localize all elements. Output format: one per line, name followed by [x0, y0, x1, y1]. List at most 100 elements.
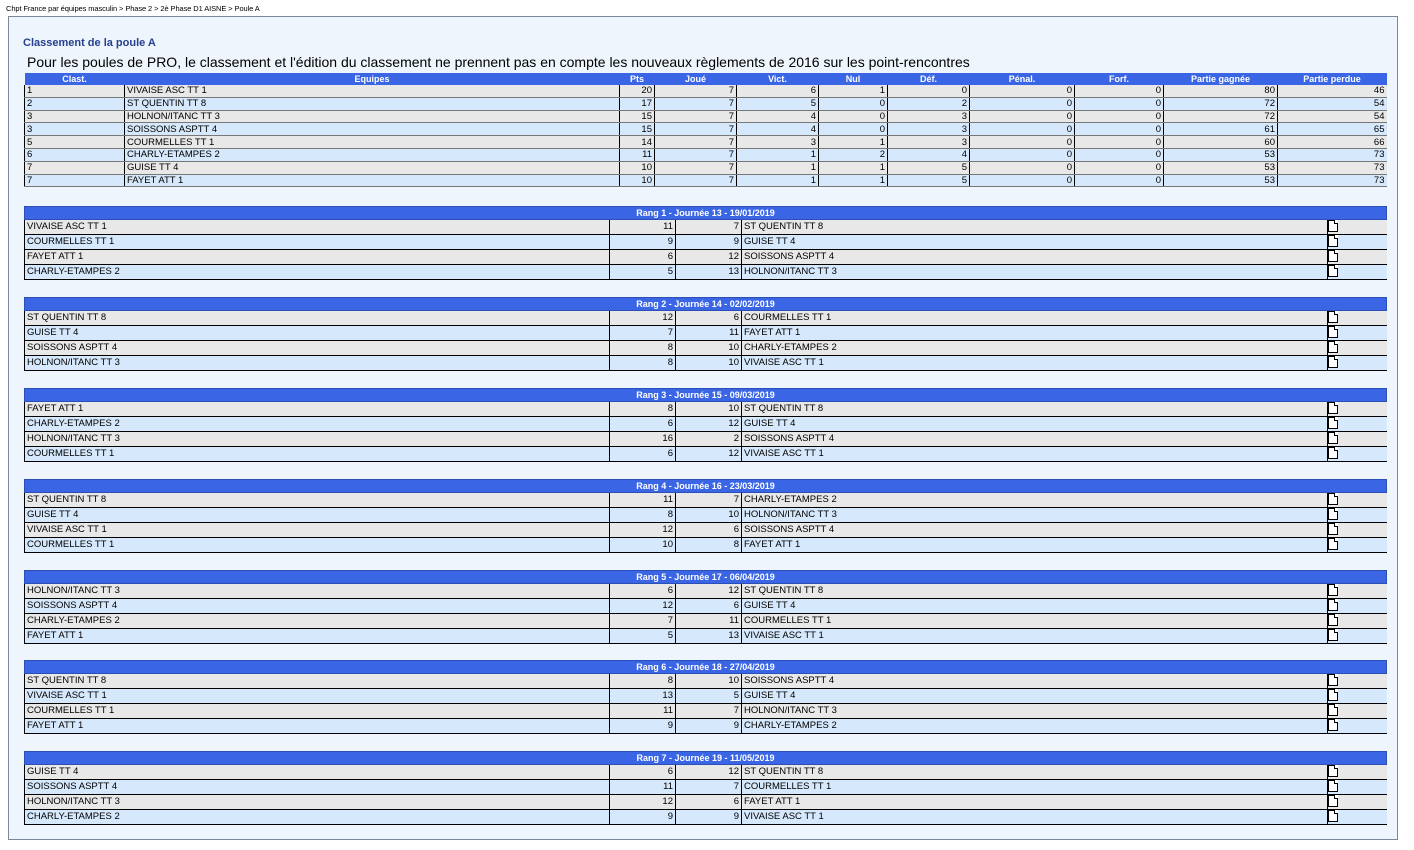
home-team-cell[interactable]: ST QUENTIN TT 8: [24, 310, 610, 326]
document-icon[interactable]: [1328, 446, 1338, 459]
document-icon[interactable]: [1328, 628, 1338, 641]
home-team-cell[interactable]: CHARLY-ETAMPES 2: [24, 264, 610, 280]
document-icon[interactable]: [1328, 234, 1338, 247]
away-team-cell[interactable]: CHARLY-ETAMPES 2: [741, 718, 1328, 734]
home-team-cell[interactable]: ST QUENTIN TT 8: [24, 673, 610, 689]
away-team-cell[interactable]: GUISE TT 4: [741, 688, 1328, 704]
away-team-cell[interactable]: ST QUENTIN TT 8: [741, 401, 1328, 417]
team-name-cell[interactable]: VIVAISE ASC TT 1: [124, 85, 620, 98]
document-icon[interactable]: [1328, 264, 1338, 277]
document-icon[interactable]: [1328, 325, 1338, 338]
away-team-cell[interactable]: SOISSONS ASPTT 4: [741, 249, 1328, 265]
home-team-cell[interactable]: HOLNON/ITANC TT 3: [24, 355, 610, 371]
document-icon[interactable]: [1328, 310, 1338, 323]
home-team-cell[interactable]: VIVAISE ASC TT 1: [24, 522, 610, 538]
document-icon[interactable]: [1328, 401, 1338, 414]
away-team-cell[interactable]: VIVAISE ASC TT 1: [741, 355, 1328, 371]
document-icon[interactable]: [1328, 688, 1338, 701]
standings-row: 7 FAYET ATT 1 10 7 1 1 5 0 0 53 73: [24, 174, 1387, 188]
document-icon[interactable]: [1328, 431, 1338, 444]
home-team-cell[interactable]: CHARLY-ETAMPES 2: [24, 416, 610, 432]
away-team-cell[interactable]: FAYET ATT 1: [741, 794, 1328, 810]
away-team-cell[interactable]: HOLNON/ITANC TT 3: [741, 703, 1328, 719]
away-team-cell[interactable]: FAYET ATT 1: [741, 325, 1328, 341]
document-icon[interactable]: [1328, 613, 1338, 626]
away-team-cell[interactable]: ST QUENTIN TT 8: [741, 764, 1328, 780]
document-icon[interactable]: [1328, 764, 1338, 777]
away-team-cell[interactable]: GUISE TT 4: [741, 234, 1328, 250]
home-team-cell[interactable]: HOLNON/ITANC TT 3: [24, 794, 610, 810]
breadcrumb-link[interactable]: Chpt France par équipes masculin: [6, 4, 117, 13]
away-team-cell[interactable]: COURMELLES TT 1: [741, 779, 1328, 795]
team-name-cell[interactable]: GUISE TT 4: [124, 161, 620, 175]
document-icon[interactable]: [1328, 809, 1338, 822]
away-team-cell[interactable]: ST QUENTIN TT 8: [741, 219, 1328, 235]
away-team-cell[interactable]: VIVAISE ASC TT 1: [741, 628, 1328, 644]
document-icon[interactable]: [1328, 598, 1338, 611]
home-team-cell[interactable]: GUISE TT 4: [24, 325, 610, 341]
document-icon[interactable]: [1328, 492, 1338, 505]
stat-cell: 4: [887, 148, 970, 162]
document-icon[interactable]: [1328, 537, 1338, 550]
home-team-cell[interactable]: FAYET ATT 1: [24, 249, 610, 265]
document-icon[interactable]: [1328, 583, 1338, 596]
home-team-cell[interactable]: SOISSONS ASPTT 4: [24, 598, 610, 614]
document-icon[interactable]: [1328, 249, 1338, 262]
home-team-cell[interactable]: FAYET ATT 1: [24, 718, 610, 734]
document-icon[interactable]: [1328, 703, 1338, 716]
home-team-cell[interactable]: VIVAISE ASC TT 1: [24, 688, 610, 704]
away-team-cell[interactable]: VIVAISE ASC TT 1: [741, 446, 1328, 462]
home-team-cell[interactable]: HOLNON/ITANC TT 3: [24, 583, 610, 599]
away-team-cell[interactable]: SOISSONS ASPTT 4: [741, 673, 1328, 689]
breadcrumb-link[interactable]: Phase 2: [125, 4, 152, 13]
document-icon[interactable]: [1328, 718, 1338, 731]
away-team-cell[interactable]: FAYET ATT 1: [741, 537, 1328, 553]
home-team-cell[interactable]: GUISE TT 4: [24, 764, 610, 780]
away-team-cell[interactable]: ST QUENTIN TT 8: [741, 583, 1328, 599]
document-icon[interactable]: [1328, 507, 1338, 520]
document-icon[interactable]: [1328, 794, 1338, 807]
home-team-cell[interactable]: COURMELLES TT 1: [24, 234, 610, 250]
home-team-cell[interactable]: SOISSONS ASPTT 4: [24, 340, 610, 356]
away-team-cell[interactable]: HOLNON/ITANC TT 3: [741, 507, 1328, 523]
home-team-cell[interactable]: GUISE TT 4: [24, 507, 610, 523]
away-team-cell[interactable]: SOISSONS ASPTT 4: [741, 431, 1328, 447]
home-team-cell[interactable]: CHARLY-ETAMPES 2: [24, 613, 610, 629]
away-team-cell[interactable]: CHARLY-ETAMPES 2: [741, 492, 1328, 508]
standings-row: 2 ST QUENTIN TT 8 17 7 5 0 2 0 0 72 54: [24, 97, 1387, 111]
home-team-cell[interactable]: COURMELLES TT 1: [24, 703, 610, 719]
document-icon[interactable]: [1328, 416, 1338, 429]
away-team-cell[interactable]: VIVAISE ASC TT 1: [741, 809, 1328, 825]
home-team-cell[interactable]: CHARLY-ETAMPES 2: [24, 809, 610, 825]
document-icon[interactable]: [1328, 673, 1338, 686]
team-name-cell[interactable]: CHARLY-ETAMPES 2: [124, 148, 620, 162]
team-name-cell[interactable]: SOISSONS ASPTT 4: [124, 122, 620, 137]
away-team-cell[interactable]: HOLNON/ITANC TT 3: [741, 264, 1328, 280]
away-team-cell[interactable]: GUISE TT 4: [741, 416, 1328, 432]
home-team-cell[interactable]: FAYET ATT 1: [24, 401, 610, 417]
away-team-cell[interactable]: COURMELLES TT 1: [741, 613, 1328, 629]
home-team-cell[interactable]: FAYET ATT 1: [24, 628, 610, 644]
document-icon[interactable]: [1328, 522, 1338, 535]
away-team-cell[interactable]: COURMELLES TT 1: [741, 310, 1328, 326]
away-team-cell[interactable]: SOISSONS ASPTT 4: [741, 522, 1328, 538]
away-team-cell[interactable]: CHARLY-ETAMPES 2: [741, 340, 1328, 356]
away-team-cell[interactable]: GUISE TT 4: [741, 598, 1328, 614]
document-icon[interactable]: [1328, 779, 1338, 792]
home-team-cell[interactable]: COURMELLES TT 1: [24, 446, 610, 462]
home-team-cell[interactable]: VIVAISE ASC TT 1: [24, 219, 610, 235]
home-team-cell[interactable]: HOLNON/ITANC TT 3: [24, 431, 610, 447]
document-icon[interactable]: [1328, 340, 1338, 353]
team-name-cell[interactable]: FAYET ATT 1: [124, 174, 620, 188]
breadcrumb-link[interactable]: 2è Phase D1 AISNE: [160, 4, 226, 13]
match-sheet-cell: [1326, 401, 1387, 417]
stat-cell: 72: [1163, 110, 1278, 124]
team-name-cell[interactable]: COURMELLES TT 1: [124, 135, 620, 149]
team-name-cell[interactable]: ST QUENTIN TT 8: [124, 97, 620, 111]
home-team-cell[interactable]: SOISSONS ASPTT 4: [24, 779, 610, 795]
home-team-cell[interactable]: ST QUENTIN TT 8: [24, 492, 610, 508]
home-team-cell[interactable]: COURMELLES TT 1: [24, 537, 610, 553]
team-name-cell[interactable]: HOLNON/ITANC TT 3: [124, 110, 620, 124]
document-icon[interactable]: [1328, 355, 1338, 368]
document-icon[interactable]: [1328, 219, 1338, 232]
